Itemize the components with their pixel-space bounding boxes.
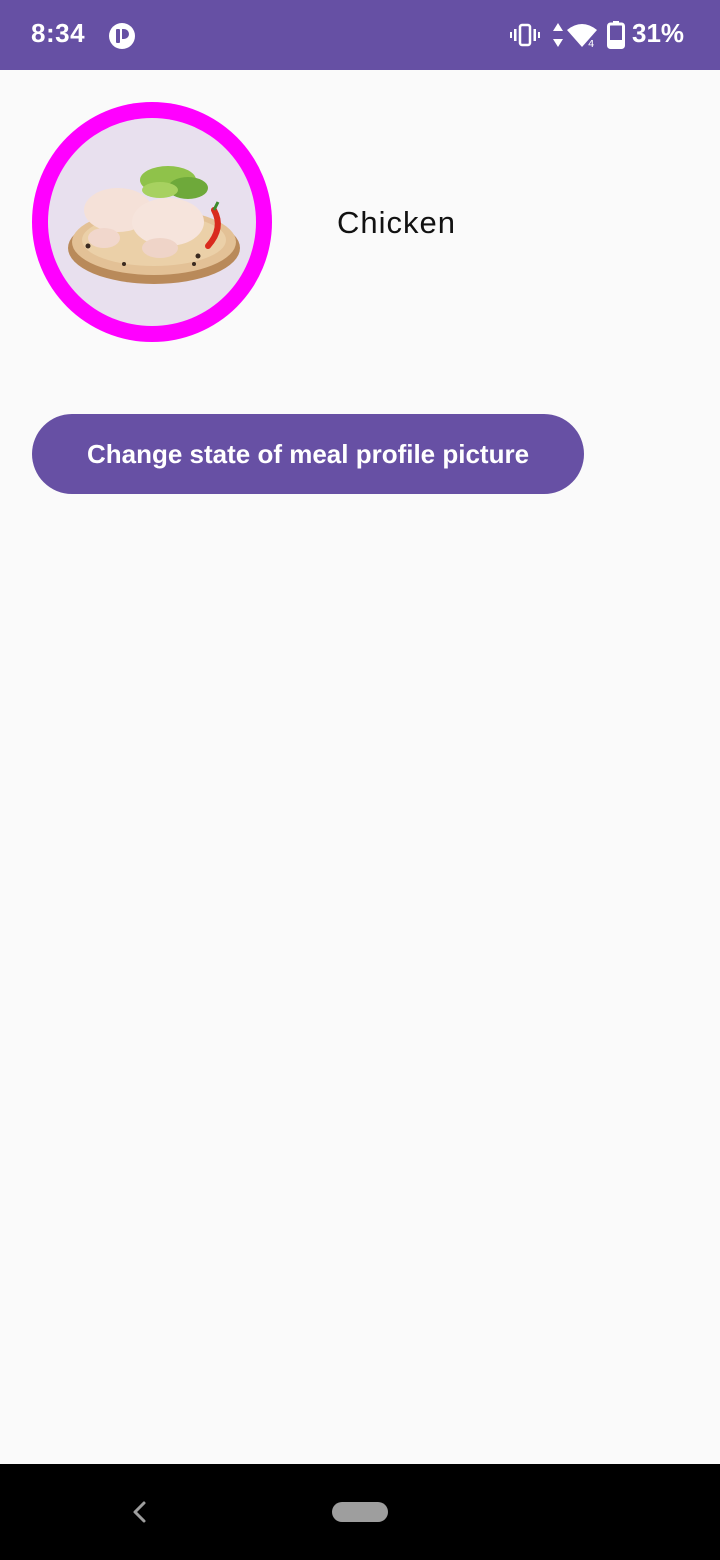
meal-profile-picture [32,102,272,342]
back-icon[interactable] [124,1494,154,1530]
meal-name: Chicken [337,205,456,240]
app-notification-icon [109,23,135,49]
home-pill[interactable] [332,1502,388,1522]
status-time: 8:34 [31,18,86,48]
vibrate-icon [510,23,540,47]
change-button-label: Change state of meal profile picture [86,438,530,469]
data-arrows-icon [553,23,563,47]
battery-icon [607,21,625,49]
svg-text:4: 4 [588,39,594,48]
chicken-image [68,166,240,284]
change-profile-picture-button[interactable]: Change state of meal profile picture [32,414,584,494]
battery-percent: 31% [632,18,685,48]
status-bar: 8:34 4 31% [0,0,720,70]
wifi-icon: 4 [567,24,597,48]
navigation-bar [0,1464,720,1560]
meal-image [48,118,256,326]
